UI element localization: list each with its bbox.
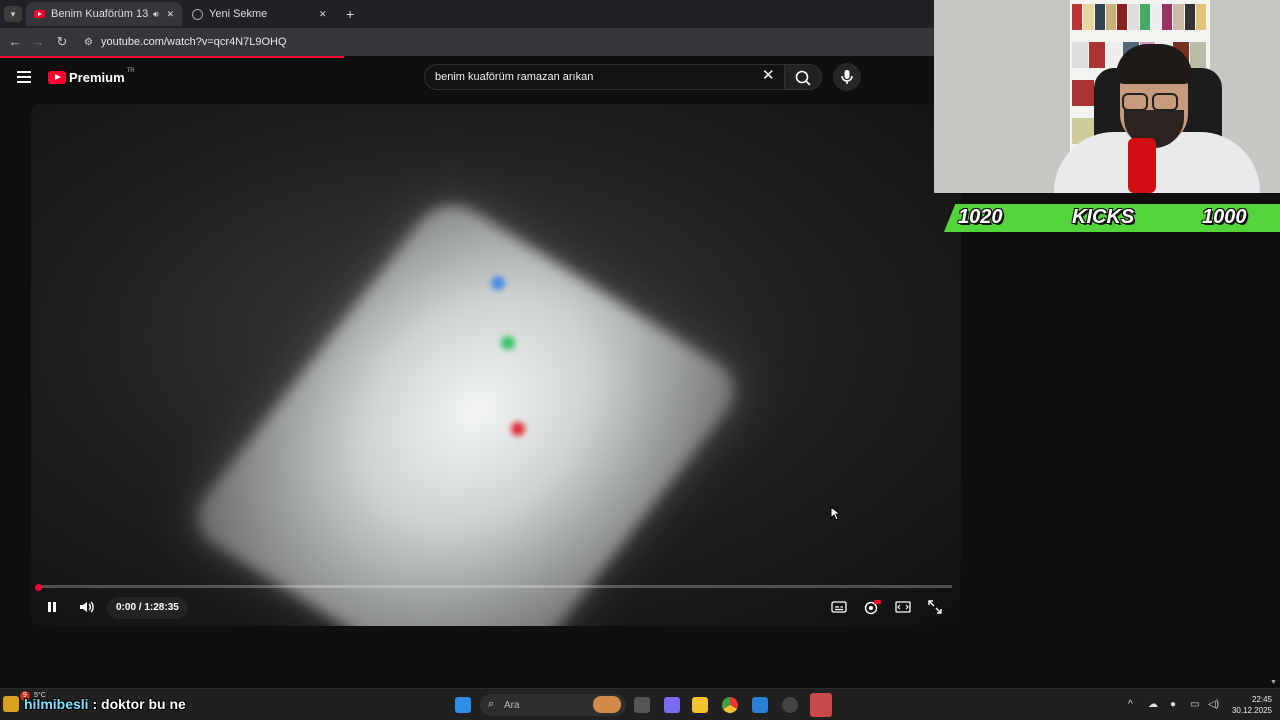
- subtitles-icon: [831, 601, 847, 613]
- youtube-premium-logo[interactable]: Premium TR: [48, 67, 135, 85]
- globe-favicon-icon: [192, 8, 203, 20]
- obs-icon[interactable]: [782, 697, 798, 713]
- task-view-icon[interactable]: [634, 697, 650, 713]
- address-toolbar: ← → ↻ ⚙ youtube.com/watch?v=qcr4N7L9OHQ: [0, 28, 934, 56]
- site-info-icon[interactable]: ⚙: [84, 37, 93, 48]
- youtube-header: Premium TR benim kuaförüm ramazan arıkan…: [0, 58, 934, 100]
- tab-search-chevron-icon[interactable]: ▾: [4, 6, 22, 22]
- search-button[interactable]: [784, 64, 822, 90]
- scroll-down-arrow-icon[interactable]: ▼: [1270, 679, 1277, 686]
- video-scrubber-handle[interactable]: [35, 584, 42, 591]
- theater-mode-icon: [895, 601, 911, 613]
- cloud-sync-icon[interactable]: ☁: [1148, 699, 1158, 710]
- region-badge: TR: [126, 67, 135, 74]
- hamburger-menu-icon[interactable]: [17, 71, 31, 83]
- network-icon[interactable]: ▭: [1190, 699, 1199, 710]
- fullscreen-icon: [928, 600, 942, 614]
- tab-close-icon[interactable]: ✕: [319, 9, 327, 20]
- time-display: 0:00 / 1:28:35: [107, 597, 188, 619]
- video-frame-blurred-phone: [183, 192, 749, 626]
- glasses-left-lens: [1122, 93, 1148, 111]
- mouse-cursor-icon: [830, 506, 840, 521]
- gear-icon: [864, 600, 881, 615]
- tab-new-tab[interactable]: Yeni Sekme ✕: [186, 2, 342, 26]
- back-arrow-icon[interactable]: ←: [6, 34, 24, 49]
- url-field[interactable]: ⚙ youtube.com/watch?v=qcr4N7L9OHQ: [80, 32, 930, 52]
- webcam-overlay: [934, 0, 1280, 193]
- windows-taskbar: ⌕ Ara ^ ☁ ● ▭ ◁) 22:45 30.12.2025: [0, 688, 1280, 720]
- youtube-favicon-icon: [34, 10, 45, 18]
- search-input[interactable]: benim kuaförüm ramazan arıkan: [424, 64, 786, 90]
- tray-overflow-chevron-icon[interactable]: ^: [1128, 699, 1133, 710]
- voice-search-button[interactable]: [833, 63, 861, 91]
- news-widget-icon[interactable]: [593, 696, 621, 713]
- theater-mode-button[interactable]: [893, 597, 913, 617]
- reload-icon[interactable]: ↻: [53, 34, 71, 50]
- tab-title: Benim Kuaförüm 135. Bölüm: [51, 8, 149, 20]
- glasses-right-lens: [1152, 93, 1178, 111]
- kicks-counter-bar: 1020 KICKS 1000: [936, 204, 1280, 232]
- clear-search-icon[interactable]: ✕: [762, 68, 775, 83]
- volume-button[interactable]: [77, 597, 97, 617]
- file-explorer-icon[interactable]: [692, 697, 708, 713]
- url-text: youtube.com/watch?v=qcr4N7L9OHQ: [100, 36, 287, 48]
- pause-icon: [48, 602, 56, 612]
- chat-username: hilmibesli: [24, 696, 89, 712]
- pause-button[interactable]: [44, 597, 60, 617]
- windows-start-icon[interactable]: [455, 697, 471, 713]
- video-player[interactable]: [31, 104, 961, 626]
- browser-tab-bar: ▾ Benim Kuaförüm 135. Bölüm 🔊︎ ✕ Yeni Se…: [0, 0, 934, 28]
- recording-app-icon[interactable]: [810, 693, 832, 717]
- subtitles-button[interactable]: [829, 597, 849, 617]
- volume-tray-icon[interactable]: ◁): [1208, 699, 1219, 710]
- volume-icon: [80, 601, 94, 613]
- video-progress-bar[interactable]: [38, 585, 952, 588]
- book-row: [1072, 4, 1206, 30]
- tab-title: Yeni Sekme: [209, 8, 268, 20]
- logo-wordmark: Premium: [69, 70, 125, 85]
- weather-widget-icon[interactable]: [3, 696, 19, 712]
- kicks-current-count: 1020: [958, 206, 1003, 228]
- taskbar-search-placeholder: Ara: [504, 699, 520, 711]
- taskbar-clock[interactable]: 22:45 30.12.2025: [1228, 694, 1272, 716]
- tab-youtube[interactable]: Benim Kuaförüm 135. Bölüm 🔊︎ ✕: [26, 2, 182, 26]
- search-value: benim kuaförüm ramazan arıkan: [435, 71, 594, 83]
- clock-date: 30.12.2025: [1231, 706, 1272, 715]
- fullscreen-button[interactable]: [925, 597, 945, 617]
- video-frame-green-dot: [501, 336, 515, 350]
- tab-close-icon[interactable]: ✕: [167, 9, 175, 20]
- speaker-icon[interactable]: 🔊︎: [153, 9, 159, 20]
- new-tab-button[interactable]: +: [346, 2, 360, 26]
- streamer-microphone: [1128, 138, 1156, 193]
- snipping-tool-icon[interactable]: [752, 697, 768, 713]
- search-icon: [795, 70, 811, 86]
- chat-message: hilmibesli : doktor bu ne: [24, 696, 186, 712]
- chat-text: : doktor bu ne: [92, 696, 186, 712]
- video-frame-red-dot: [511, 422, 525, 436]
- clock-time: 22:45: [1251, 695, 1272, 704]
- forward-arrow-icon[interactable]: →: [29, 34, 47, 49]
- chrome-icon[interactable]: [722, 697, 738, 713]
- copilot-icon[interactable]: [664, 697, 680, 713]
- video-frame-blue-dot: [491, 276, 505, 290]
- youtube-play-logo-icon: [48, 71, 66, 84]
- microphone-icon: [841, 70, 853, 84]
- settings-button[interactable]: [861, 597, 883, 617]
- kicks-label: KICKS: [1072, 206, 1135, 228]
- microphone-tray-icon[interactable]: ●: [1170, 699, 1176, 710]
- kicks-goal-count: 1000: [1202, 206, 1247, 228]
- search-icon: ⌕: [488, 698, 495, 710]
